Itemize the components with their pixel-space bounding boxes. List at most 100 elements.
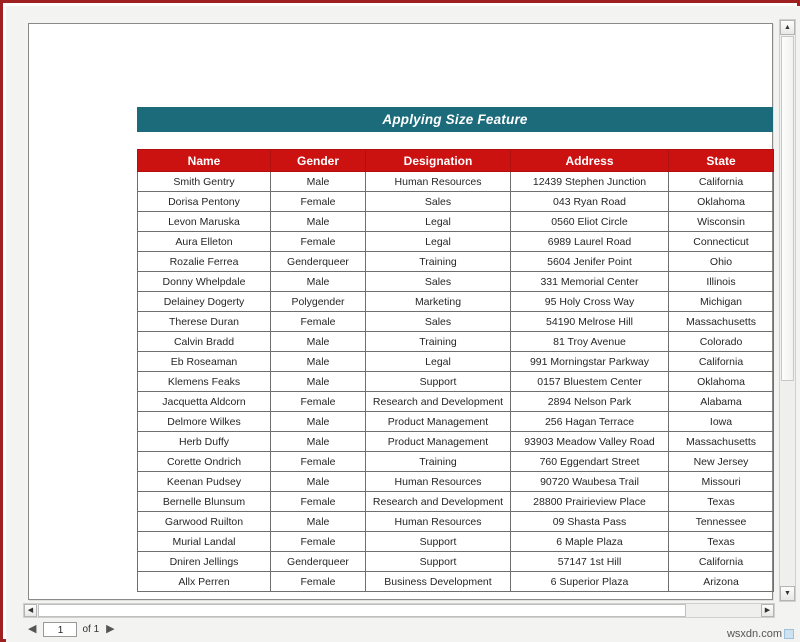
cell-address: 93903 Meadow Valley Road [510,431,669,452]
table-row: Corette Ondrich Female Training 760 Eggenda… [137,451,774,472]
cell-designation: Marketing [365,291,511,312]
cell-address: 6989 Laurel Road [510,231,669,252]
watermark-text: wsxdn.com [726,628,782,640]
horizontal-scrollbar[interactable]: ◀ ▶ [23,603,775,618]
cell-state: Connecticut [668,231,774,252]
watermark-icon [784,629,794,639]
cell-name: Murial Landal [137,531,271,552]
table-row: Rozalie Ferrea Genderqueer Training 5604 Je… [137,251,774,272]
cell-gender: Female [270,491,366,512]
cell-designation: Sales [365,191,511,212]
cell-designation: Support [365,371,511,392]
cell-state: Colorado [668,331,774,352]
table-row: Aura Elleton Female Legal 6989 Laurel Road C… [137,231,774,252]
column-header-address[interactable]: Address [510,149,669,172]
cell-designation: Training [365,251,511,272]
cell-gender: Female [270,231,366,252]
cell-state: Ohio [668,251,774,272]
table-row: Dniren Jellings Genderqueer Support 57147 1… [137,551,774,572]
cell-designation: Sales [365,271,511,292]
column-header-gender[interactable]: Gender [270,149,366,172]
scroll-right-icon[interactable]: ▶ [761,604,774,617]
cell-address: 991 Morningstar Parkway [510,351,669,372]
cell-state: Michigan [668,291,774,312]
scroll-up-icon[interactable]: ▲ [780,20,795,35]
table-row: Keenan Pudsey Male Human Resources 90720 Wa… [137,471,774,492]
cell-gender: Genderqueer [270,551,366,572]
cell-gender: Female [270,191,366,212]
cell-gender: Male [270,431,366,452]
column-header-name[interactable]: Name [137,149,271,172]
cell-name: Donny Whelpdale [137,271,271,292]
cell-name: Keenan Pudsey [137,471,271,492]
cell-state: Oklahoma [668,371,774,392]
cell-gender: Male [270,411,366,432]
cell-address: 95 Holy Cross Way [510,291,669,312]
employee-table: Name Gender Designation Address State Sm… [137,149,774,592]
table-row: Allx Perren Female Business Development 6 S… [137,571,774,592]
column-header-state[interactable]: State [668,149,774,172]
cell-name: Delainey Dogerty [137,291,271,312]
previous-page-icon[interactable]: ◀ [26,623,38,635]
page-number-input[interactable]: 1 [43,621,78,637]
cell-address: 90720 Waubesa Trail [510,471,669,492]
cell-address: 09 Shasta Pass [510,511,669,532]
cell-gender: Female [270,531,366,552]
table-row: Eb Roseaman Male Legal 991 Morningstar Park… [137,351,774,372]
cell-designation: Legal [365,231,511,252]
cell-gender: Male [270,371,366,392]
scroll-left-icon[interactable]: ◀ [24,604,37,617]
cell-name: Delmore Wilkes [137,411,271,432]
cell-gender: Male [270,171,366,192]
cell-designation: Human Resources [365,511,511,532]
cell-state: Alabama [668,391,774,412]
cell-designation: Sales [365,311,511,332]
watermark: wsxdn.com [727,628,794,640]
cell-name: Allx Perren [137,571,271,592]
cell-address: 2894 Nelson Park [510,391,669,412]
cell-name: Eb Roseaman [137,351,271,372]
horizontal-scrollbar-thumb[interactable] [38,604,686,617]
vertical-scrollbar-thumb[interactable] [781,36,794,381]
cell-gender: Male [270,271,366,292]
column-header-designation[interactable]: Designation [365,149,511,172]
table-row: Klemens Feaks Male Support 0157 Bluestem Ce… [137,371,774,392]
cell-designation: Business Development [365,571,511,592]
cell-name: Dorisa Pentony [137,191,271,212]
cell-name: Levon Maruska [137,211,271,232]
cell-state: California [668,551,774,572]
cell-state: Texas [668,531,774,552]
vertical-scrollbar[interactable]: ▲ ▼ [779,19,796,602]
cell-address: 043 Ryan Road [510,191,669,212]
table-row: Delmore Wilkes Male Product Management 256 … [137,411,774,432]
cell-address: 54190 Melrose Hill [510,311,669,332]
cell-state: Wisconsin [668,211,774,232]
cell-state: California [668,351,774,372]
cell-gender: Male [270,471,366,492]
cell-gender: Male [270,511,366,532]
cell-designation: Legal [365,351,511,372]
cell-address: 12439 Stephen Junction [510,171,669,192]
cell-designation: Research and Development [365,491,511,512]
report-page: Applying Size Feature Name Gender Design… [28,23,774,600]
cell-state: Massachusetts [668,311,774,332]
cell-name: Calvin Bradd [137,331,271,352]
table-row: Jacquetta Aldcorn Female Research and Deve… [137,391,774,412]
cell-designation: Human Resources [365,171,511,192]
cell-state: Texas [668,491,774,512]
vertical-scrollbar-track[interactable] [781,382,794,585]
cell-gender: Female [270,391,366,412]
cell-name: Klemens Feaks [137,371,271,392]
table-row: Garwood Ruilton Male Human Resources 09 Sha… [137,511,774,532]
cell-gender: Female [270,571,366,592]
table-header-row: Name Gender Designation Address State [137,149,774,172]
cell-gender: Genderqueer [270,251,366,272]
cell-designation: Training [365,451,511,472]
report-title-banner: Applying Size Feature [137,107,773,132]
cell-name: Corette Ondrich [137,451,271,472]
cell-designation: Product Management [365,431,511,452]
cell-state: New Jersey [668,451,774,472]
cell-address: 6 Maple Plaza [510,531,669,552]
scroll-down-icon[interactable]: ▼ [780,586,795,601]
next-page-icon[interactable]: ▶ [104,623,116,635]
